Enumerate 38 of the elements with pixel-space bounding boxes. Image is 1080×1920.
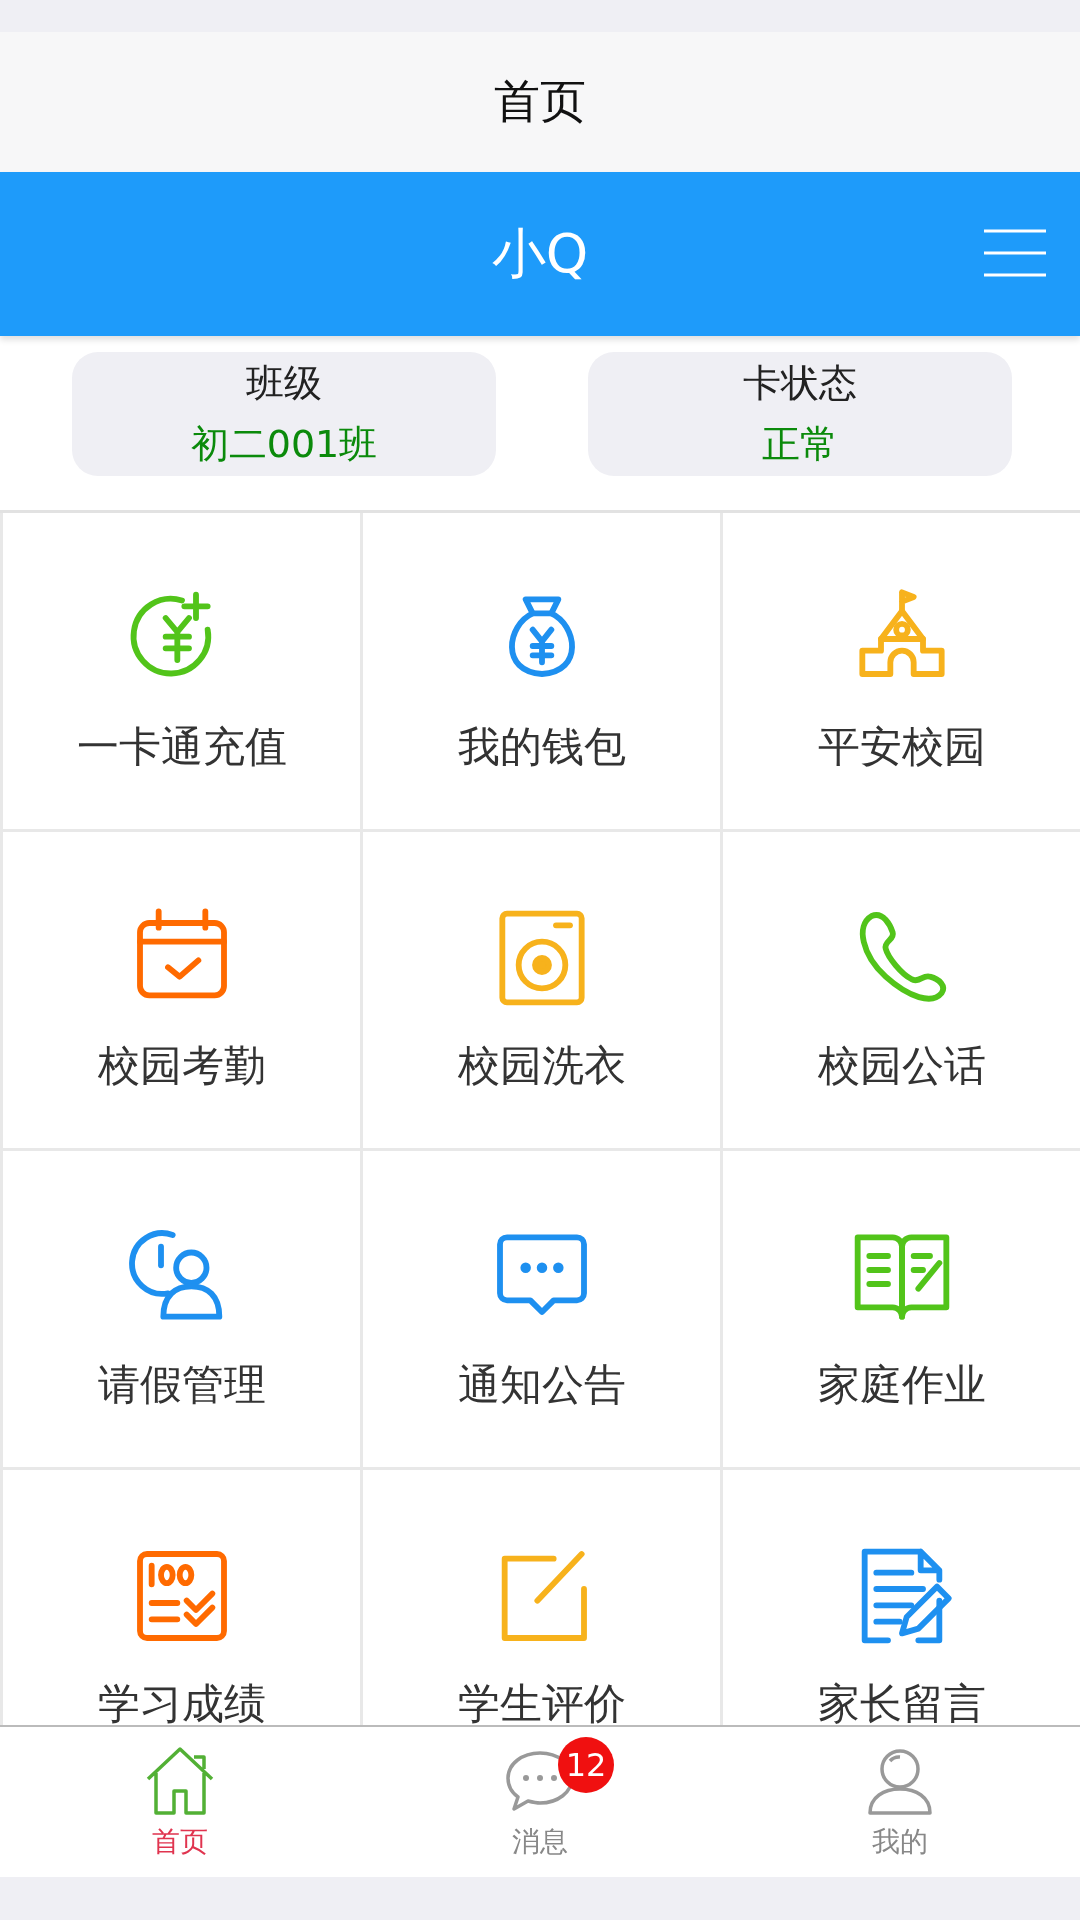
feature-label: 家庭作业	[817, 1359, 986, 1411]
feature-label: 请假管理	[97, 1359, 266, 1411]
tab-label: 消息	[512, 1824, 568, 1860]
feature-tile[interactable]: 校园公话	[723, 832, 1080, 1148]
tab-item[interactable]: 我的	[720, 1727, 1080, 1877]
feature-tile[interactable]: 学生评价	[363, 1470, 720, 1725]
feature-tile[interactable]: 家长留言	[723, 1470, 1080, 1725]
feature-label: 校园考勤	[97, 1040, 266, 1092]
feature-label: 一卡通充值	[76, 721, 287, 773]
feature-label: 校园洗衣	[457, 1040, 626, 1092]
feature-tile[interactable]: 学习成绩	[3, 1470, 360, 1725]
feature-tile[interactable]: 校园洗衣	[363, 832, 720, 1148]
feature-label: 平安校园	[817, 721, 986, 773]
feature-label: 通知公告	[457, 1359, 626, 1411]
feature-tile[interactable]: 一卡通充值	[3, 513, 360, 829]
info-label: 卡状态	[743, 360, 857, 407]
feature-tile[interactable]: 平安校园	[723, 513, 1080, 829]
feature-tile[interactable]: 请假管理	[3, 1151, 360, 1467]
feature-tile[interactable]: 通知公告	[363, 1151, 720, 1467]
app-title: 小Q	[491, 220, 589, 287]
tab-item[interactable]: 12 消息	[360, 1727, 720, 1877]
feature-tile[interactable]: 校园考勤	[3, 832, 360, 1148]
tab-label: 首页	[152, 1824, 208, 1860]
menu-icon[interactable]	[982, 228, 1048, 278]
feature-label: 校园公话	[817, 1040, 986, 1092]
feature-label: 我的钱包	[457, 721, 626, 773]
info-value: 正常	[762, 421, 838, 468]
feature-label: 学习成绩	[97, 1678, 266, 1725]
feature-tile[interactable]: 我的钱包	[363, 513, 720, 829]
page-title: 首页	[494, 73, 586, 130]
tab-label: 我的	[872, 1824, 928, 1860]
feature-label: 学生评价	[457, 1678, 626, 1725]
info-value: 初二001班	[190, 421, 378, 468]
feature-tile[interactable]: 家庭作业	[723, 1151, 1080, 1467]
tab-item[interactable]: 首页	[0, 1727, 360, 1877]
feature-label: 家长留言	[817, 1678, 986, 1725]
unread-badge: 12	[558, 1737, 614, 1793]
info-label: 班级	[246, 360, 322, 407]
